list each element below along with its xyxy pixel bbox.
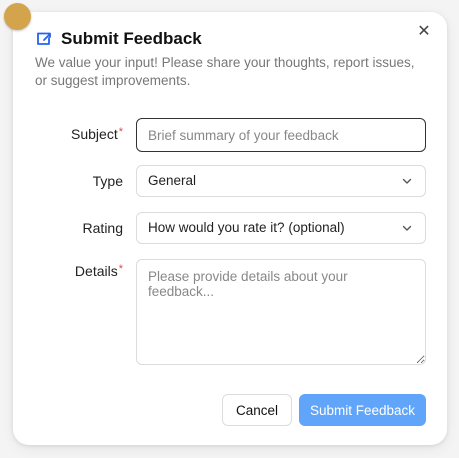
- submit-feedback-button[interactable]: Submit Feedback: [299, 394, 426, 426]
- type-select[interactable]: General: [136, 165, 426, 197]
- subject-label-text: Subject: [71, 126, 118, 142]
- dialog-title: Submit Feedback: [61, 29, 202, 48]
- dialog-subtitle: We value your input! Please share your t…: [35, 55, 415, 88]
- required-mark: *: [118, 263, 123, 275]
- rating-label: Rating: [82, 220, 123, 236]
- feedback-icon: [37, 32, 51, 45]
- required-mark: *: [118, 126, 123, 138]
- subject-label: Subject*: [13, 126, 123, 142]
- details-label: Details*: [13, 263, 123, 279]
- close-icon[interactable]: ✕: [415, 23, 433, 41]
- rating-selected-value: How would you rate it? (optional): [148, 220, 345, 235]
- details-textarea[interactable]: [136, 259, 426, 365]
- type-label: Type: [92, 173, 123, 189]
- dialog-header: Submit Feedback: [35, 29, 202, 49]
- subject-input[interactable]: [148, 119, 414, 151]
- subject-field[interactable]: [136, 118, 426, 152]
- details-label-text: Details: [74, 263, 118, 279]
- feedback-dialog: ✕ Submit Feedback We value your input! P…: [13, 12, 447, 445]
- cancel-button[interactable]: Cancel: [222, 394, 292, 426]
- type-selected-value: General: [148, 173, 197, 188]
- chevron-down-icon: [402, 225, 412, 231]
- chevron-down-icon: [402, 178, 412, 184]
- rating-select[interactable]: How would you rate it? (optional): [136, 212, 426, 244]
- avatar: [4, 3, 31, 30]
